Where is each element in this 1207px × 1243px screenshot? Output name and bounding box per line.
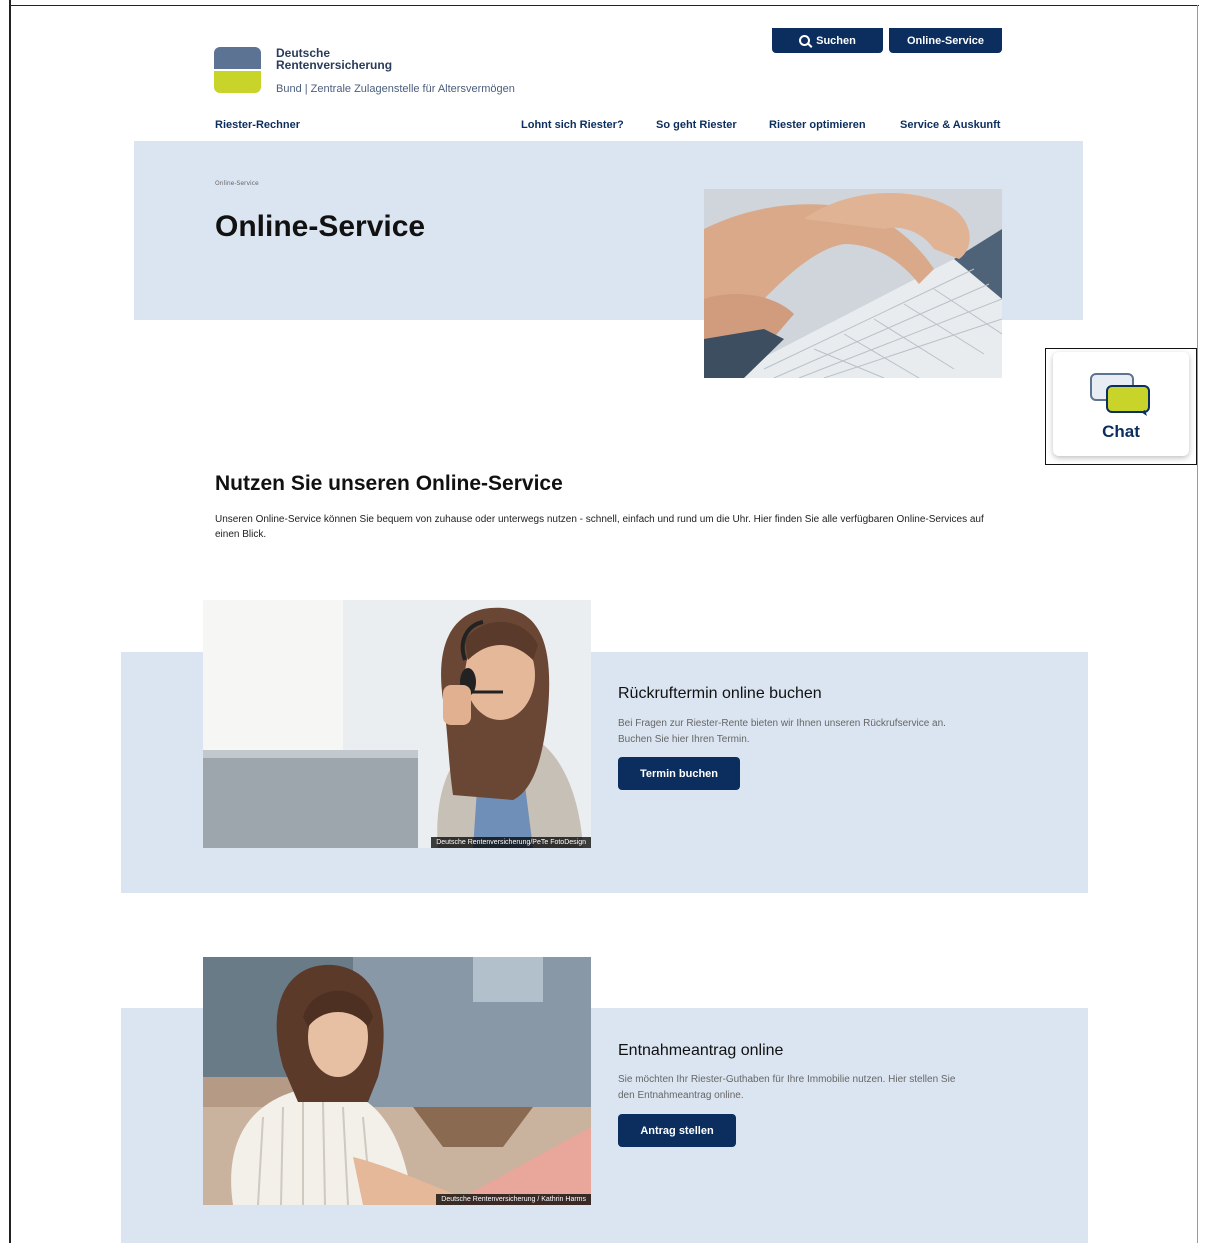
breadcrumb[interactable]: Online-Service [215, 180, 259, 187]
search-button[interactable]: Suchen [772, 28, 883, 53]
card-withdrawal-title: Entnahmeantrag online [618, 1042, 784, 1059]
image-credit: Deutsche Rentenversicherung/PeTe FotoDes… [431, 837, 591, 848]
online-service-button-label: Online-Service [906, 34, 985, 47]
nav-item-lohnt-sich-riester[interactable]: Lohnt sich Riester? [521, 119, 624, 131]
logo-name-line2: Rentenversicherung [276, 58, 393, 72]
card-withdrawal-image: Deutsche Rentenversicherung / Kathrin Ha… [203, 957, 591, 1205]
nav-item-so-geht-riester[interactable]: So geht Riester [656, 119, 737, 131]
nav-item-service-auskunft[interactable]: Service & Auskunft [900, 119, 1000, 131]
window-border-right [1197, 5, 1198, 1243]
page-title: Online-Service [215, 210, 426, 243]
site-logo[interactable]: Deutsche Rentenversicherung Bund | Zentr… [214, 47, 559, 97]
card-callback-text: Bei Fragen zur Riester-Rente bieten wir … [618, 718, 946, 745]
nav-item-riester-optimieren[interactable]: Riester optimieren [769, 119, 866, 131]
chat-button[interactable]: Chat [1053, 352, 1189, 456]
hero-keyboard-image [704, 189, 1002, 378]
card-callback-title: Rückruftermin online buchen [618, 685, 822, 702]
card-callback-image: Deutsche Rentenversicherung/PeTe FotoDes… [203, 600, 591, 848]
window-border-top [9, 5, 1199, 6]
drv-logo-icon [214, 47, 261, 93]
book-appointment-button[interactable]: Termin buchen [618, 757, 740, 790]
submit-application-button[interactable]: Antrag stellen [618, 1114, 736, 1147]
chat-label: Chat [1102, 422, 1140, 441]
search-button-label: Suchen [816, 34, 856, 47]
logo-name: Deutsche Rentenversicherung [276, 47, 476, 71]
search-icon [799, 35, 811, 46]
chat-bubble-icon [1090, 373, 1150, 416]
online-service-button[interactable]: Online-Service [889, 28, 1002, 53]
logo-subtitle: Bund | Zentrale Zulagenstelle für Alters… [276, 83, 515, 95]
card-withdrawal-text: Sie möchten Ihr Riester-Guthaben für Ihr… [618, 1074, 956, 1101]
section-title: Nutzen Sie unseren Online-Service [215, 472, 563, 495]
window-border-left [9, 0, 11, 1243]
section-intro-text: Unseren Online-Service können Sie bequem… [215, 514, 984, 540]
nav-item-riester-rechner[interactable]: Riester-Rechner [215, 119, 300, 131]
image-credit: Deutsche Rentenversicherung / Kathrin Ha… [436, 1194, 591, 1205]
